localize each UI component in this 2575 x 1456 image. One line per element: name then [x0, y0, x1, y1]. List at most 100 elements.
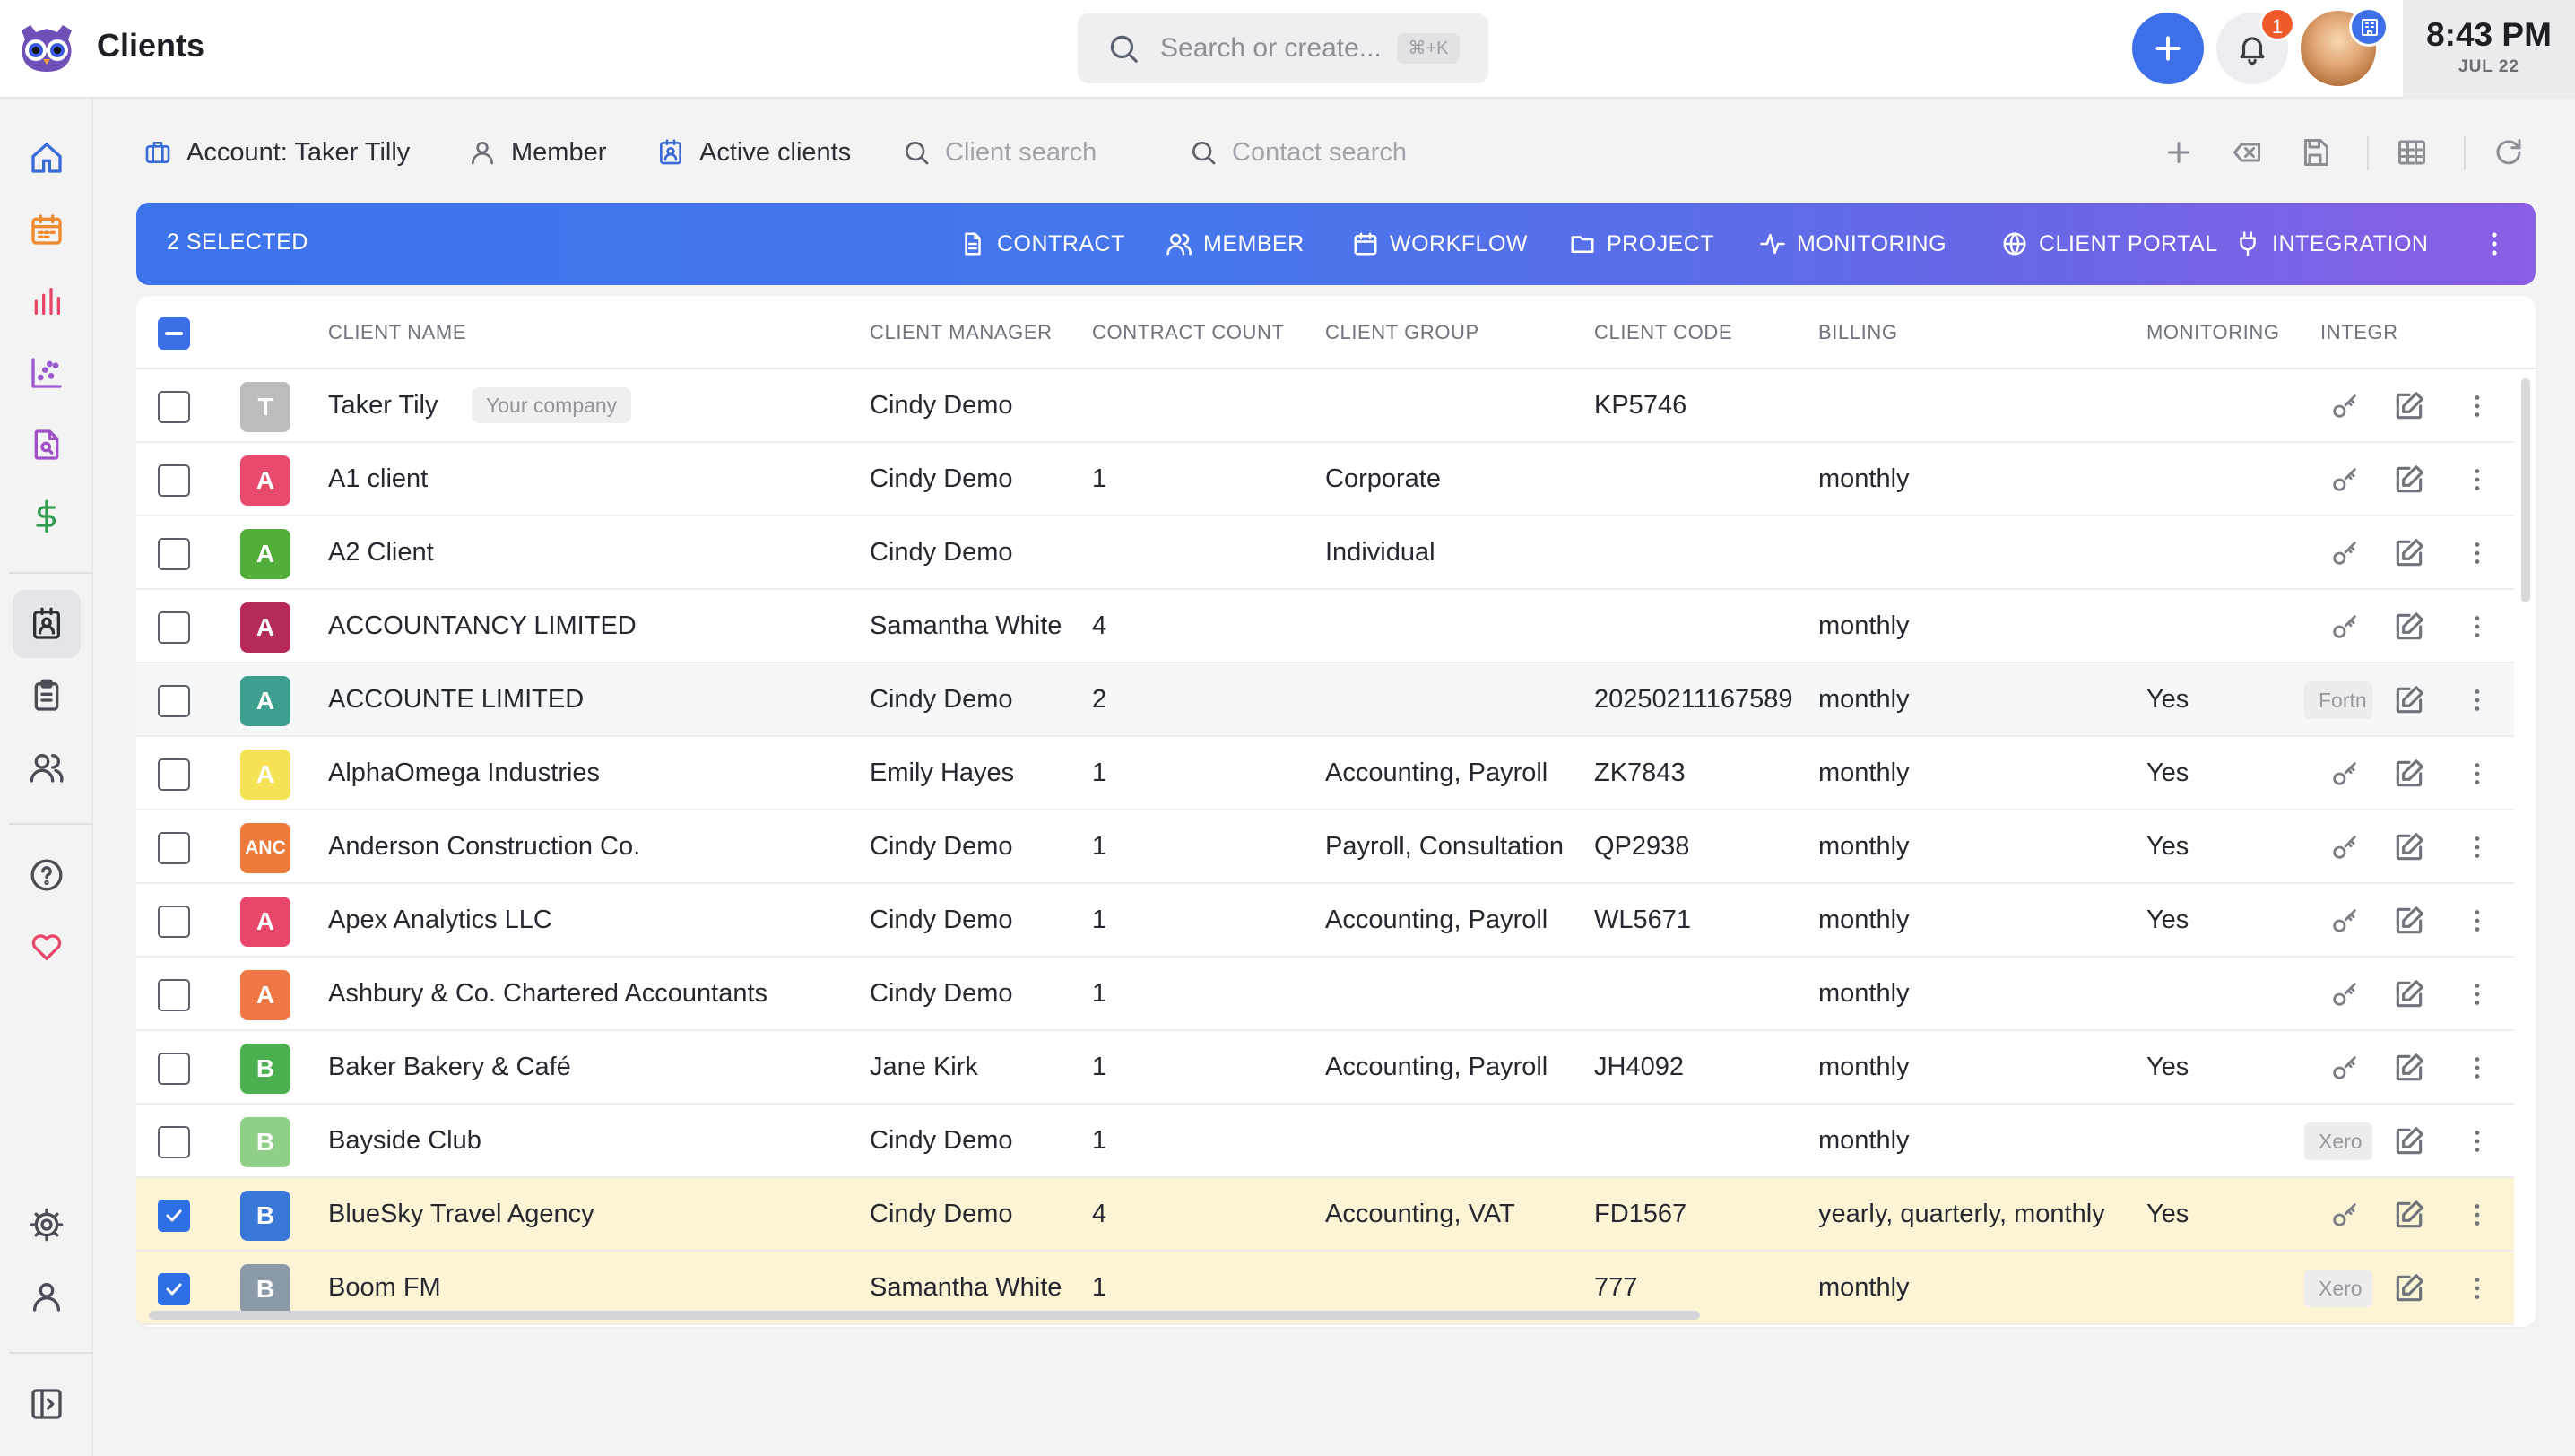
sidebar-item-clients[interactable]: [13, 590, 81, 658]
more-actions-icon[interactable]: [2476, 226, 2512, 262]
edit-icon[interactable]: [2392, 683, 2426, 717]
key-icon[interactable]: [2329, 979, 2360, 1010]
integration-tag[interactable]: Xero: [2304, 1122, 2372, 1160]
client-name[interactable]: Anderson Construction Co.: [328, 832, 640, 862]
client-portal-action-button[interactable]: CLIENT PORTAL: [2001, 203, 2218, 285]
client-name[interactable]: ACCOUNTANCY LIMITED: [328, 611, 637, 641]
client-name[interactable]: Boom FM: [328, 1273, 441, 1303]
select-all-checkbox[interactable]: [158, 317, 190, 350]
key-icon[interactable]: [2329, 538, 2360, 568]
row-checkbox[interactable]: [158, 611, 190, 644]
sidebar-item-tasks[interactable]: [13, 662, 81, 730]
account-filter[interactable]: Account: Taker Tilly: [143, 126, 410, 179]
table-row[interactable]: A AlphaOmega Industries Emily Hayes 1 Accoun…: [136, 737, 2514, 810]
member-action-button[interactable]: MEMBER: [1166, 203, 1305, 285]
project-action-button[interactable]: PROJECT: [1569, 203, 1714, 285]
column-header-client-code[interactable]: CLIENT CODE: [1594, 321, 1732, 344]
key-icon[interactable]: [2329, 832, 2360, 862]
row-checkbox[interactable]: [158, 685, 190, 717]
row-more-icon[interactable]: [2460, 536, 2494, 570]
row-checkbox[interactable]: [158, 979, 190, 1011]
key-icon[interactable]: [2329, 758, 2360, 789]
row-more-icon[interactable]: [2460, 1271, 2494, 1305]
client-name[interactable]: Ashbury & Co. Chartered Accountants: [328, 979, 767, 1009]
table-row[interactable]: B BlueSky Travel Agency Cindy Demo 4 Account…: [136, 1178, 2514, 1252]
edit-icon[interactable]: [2392, 463, 2426, 497]
integration-action-button[interactable]: INTEGRATION: [2234, 203, 2428, 285]
table-row[interactable]: A Apex Analytics LLC Cindy Demo 1 Accounting…: [136, 884, 2514, 958]
row-more-icon[interactable]: [2460, 757, 2494, 791]
row-more-icon[interactable]: [2460, 830, 2494, 864]
refresh-icon[interactable]: [2493, 136, 2525, 169]
row-more-icon[interactable]: [2460, 1124, 2494, 1158]
sidebar-toggle[interactable]: [13, 1370, 81, 1438]
table-row[interactable]: A A2 Client Cindy Demo Individual: [136, 516, 2514, 590]
monitoring-action-button[interactable]: MONITORING: [1759, 203, 1946, 285]
sidebar-item-help[interactable]: [13, 841, 81, 909]
key-icon[interactable]: [2329, 611, 2360, 642]
owl-logo-icon[interactable]: [16, 22, 77, 75]
key-icon[interactable]: [2329, 1053, 2360, 1083]
row-checkbox[interactable]: [158, 391, 190, 423]
horizontal-scrollbar[interactable]: [149, 1311, 1700, 1320]
company-badge[interactable]: [2349, 7, 2389, 47]
sidebar-item-profile[interactable]: [13, 1262, 81, 1330]
client-name[interactable]: BlueSky Travel Agency: [328, 1200, 594, 1229]
row-checkbox[interactable]: [158, 1053, 190, 1085]
client-name[interactable]: Baker Bakery & Café: [328, 1053, 571, 1082]
table-row[interactable]: B Bayside Club Cindy Demo 1 monthly Xero: [136, 1105, 2514, 1178]
client-name[interactable]: Bayside Club: [328, 1126, 481, 1156]
client-name[interactable]: AlphaOmega Industries: [328, 758, 600, 788]
column-header-monitoring[interactable]: MONITORING: [2146, 321, 2280, 344]
edit-icon[interactable]: [2392, 904, 2426, 938]
sidebar-item-reports[interactable]: [13, 267, 81, 335]
global-search-box[interactable]: Search or create... ⌘+K: [1078, 13, 1488, 83]
sidebar-item-documents[interactable]: [13, 411, 81, 479]
client-name[interactable]: Apex Analytics LLC: [328, 906, 552, 935]
row-more-icon[interactable]: [2460, 389, 2494, 423]
row-checkbox[interactable]: [158, 1126, 190, 1158]
sidebar-item-home[interactable]: [13, 124, 81, 192]
row-checkbox[interactable]: [158, 464, 190, 497]
key-icon[interactable]: [2329, 391, 2360, 421]
sidebar-item-settings[interactable]: [13, 1191, 81, 1259]
client-name[interactable]: ACCOUNTE LIMITED: [328, 685, 584, 715]
integration-tag[interactable]: Xero: [2304, 1270, 2372, 1307]
row-checkbox[interactable]: [158, 538, 190, 570]
columns-icon[interactable]: [2396, 136, 2428, 169]
client-name[interactable]: Taker Tily: [328, 391, 438, 420]
table-row[interactable]: A ACCOUNTE LIMITED Cindy Demo 2 202502111675…: [136, 663, 2514, 737]
column-header-contract-count[interactable]: CONTRACT COUNT: [1092, 321, 1285, 344]
edit-icon[interactable]: [2392, 757, 2426, 791]
edit-icon[interactable]: [2392, 389, 2426, 423]
sidebar-item-team[interactable]: [13, 733, 81, 802]
row-more-icon[interactable]: [2460, 463, 2494, 497]
row-checkbox[interactable]: [158, 906, 190, 938]
row-checkbox[interactable]: [158, 1200, 190, 1232]
status-filter[interactable]: Active clients: [656, 126, 851, 179]
sidebar-item-favorites[interactable]: [13, 913, 81, 981]
edit-icon[interactable]: [2392, 610, 2426, 644]
row-more-icon[interactable]: [2460, 1051, 2494, 1085]
row-checkbox[interactable]: [158, 1273, 190, 1305]
create-button[interactable]: [2132, 13, 2204, 84]
sidebar-item-analytics[interactable]: [13, 339, 81, 407]
column-header-client-manager[interactable]: CLIENT MANAGER: [870, 321, 1053, 344]
edit-icon[interactable]: [2392, 1198, 2426, 1232]
table-row[interactable]: T Taker Tily Your company Cindy Demo KP5746: [136, 369, 2514, 443]
key-icon[interactable]: [2329, 464, 2360, 495]
vertical-scrollbar[interactable]: [2521, 378, 2530, 602]
integration-tag[interactable]: Fortn: [2304, 681, 2372, 719]
edit-icon[interactable]: [2392, 1051, 2426, 1085]
row-more-icon[interactable]: [2460, 1198, 2494, 1232]
table-row[interactable]: ANC Anderson Construction Co. Cindy Demo 1 P…: [136, 810, 2514, 884]
edit-icon[interactable]: [2392, 1271, 2426, 1305]
sidebar-item-calendar[interactable]: [13, 195, 81, 264]
sidebar-item-billing[interactable]: [13, 482, 81, 550]
contract-action-button[interactable]: CONTRACT: [959, 203, 1125, 285]
row-checkbox[interactable]: [158, 758, 190, 791]
edit-icon[interactable]: [2392, 536, 2426, 570]
workflow-action-button[interactable]: WORKFLOW: [1352, 203, 1528, 285]
edit-icon[interactable]: [2392, 1124, 2426, 1158]
table-row[interactable]: A ACCOUNTANCY LIMITED Samantha White 4 month…: [136, 590, 2514, 663]
